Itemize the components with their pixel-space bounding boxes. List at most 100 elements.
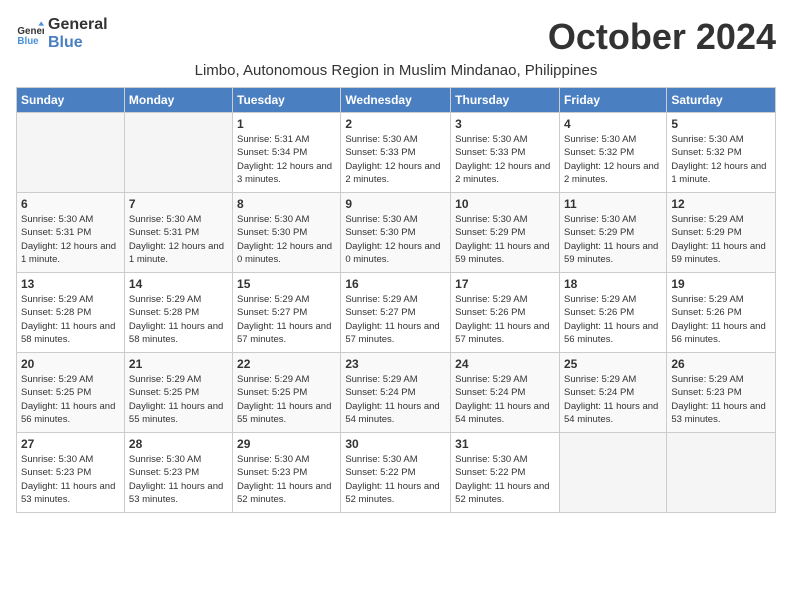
calendar-cell: 23 Sunrise: 5:29 AM Sunset: 5:24 PM Dayli…	[341, 353, 451, 433]
day-number: 29	[237, 437, 336, 451]
day-number: 28	[129, 437, 228, 451]
day-number: 9	[345, 197, 446, 211]
page-header: General Blue General Blue October 2024	[16, 16, 776, 58]
day-info: Sunrise: 5:30 AM Sunset: 5:30 PM Dayligh…	[345, 213, 446, 266]
day-info: Sunrise: 5:30 AM Sunset: 5:30 PM Dayligh…	[237, 213, 336, 266]
calendar-cell: 30 Sunrise: 5:30 AM Sunset: 5:22 PM Dayli…	[341, 433, 451, 513]
day-number: 26	[671, 357, 771, 371]
calendar-cell: 2 Sunrise: 5:30 AM Sunset: 5:33 PM Daylig…	[341, 113, 451, 193]
day-number: 20	[21, 357, 120, 371]
day-number: 4	[564, 117, 662, 131]
day-number: 30	[345, 437, 446, 451]
weekday-header-sunday: Sunday	[17, 88, 125, 113]
day-info: Sunrise: 5:30 AM Sunset: 5:29 PM Dayligh…	[564, 213, 662, 266]
day-number: 31	[455, 437, 555, 451]
day-info: Sunrise: 5:29 AM Sunset: 5:26 PM Dayligh…	[671, 293, 771, 346]
day-number: 7	[129, 197, 228, 211]
calendar-cell: 15 Sunrise: 5:29 AM Sunset: 5:27 PM Dayli…	[233, 273, 341, 353]
day-number: 1	[237, 117, 336, 131]
calendar-cell: 25Sunrise: 5:29 AM Sunset: 5:24 PM Dayli…	[559, 353, 666, 433]
calendar-cell: 10Sunrise: 5:30 AM Sunset: 5:29 PM Dayli…	[451, 193, 560, 273]
calendar-cell	[667, 433, 776, 513]
day-info: Sunrise: 5:30 AM Sunset: 5:23 PM Dayligh…	[237, 453, 336, 506]
calendar-cell: 3 Sunrise: 5:30 AM Sunset: 5:33 PM Daylig…	[451, 113, 560, 193]
calendar-cell: 16Sunrise: 5:29 AM Sunset: 5:27 PM Dayli…	[341, 273, 451, 353]
day-number: 8	[237, 197, 336, 211]
calendar-cell: 9 Sunrise: 5:30 AM Sunset: 5:30 PM Daylig…	[341, 193, 451, 273]
day-info: Sunrise: 5:31 AM Sunset: 5:34 PM Dayligh…	[237, 133, 336, 186]
day-info: Sunrise: 5:30 AM Sunset: 5:22 PM Dayligh…	[455, 453, 555, 506]
logo-line2: Blue	[48, 34, 108, 52]
day-number: 5	[671, 117, 771, 131]
day-info: Sunrise: 5:29 AM Sunset: 5:27 PM Dayligh…	[237, 293, 336, 346]
calendar-cell: 11Sunrise: 5:30 AM Sunset: 5:29 PM Dayli…	[559, 193, 666, 273]
calendar-table: SundayMondayTuesdayWednesdayThursdayFrid…	[16, 87, 776, 513]
calendar-week-row: 13 Sunrise: 5:29 AM Sunset: 5:28 PM Dayli…	[17, 273, 776, 353]
calendar-week-row: 27Sunrise: 5:30 AM Sunset: 5:23 PM Dayli…	[17, 433, 776, 513]
calendar-cell	[17, 113, 125, 193]
day-info: Sunrise: 5:29 AM Sunset: 5:29 PM Dayligh…	[671, 213, 771, 266]
calendar-cell: 1 Sunrise: 5:31 AM Sunset: 5:34 PM Daylig…	[233, 113, 341, 193]
calendar-cell: 12 Sunrise: 5:29 AM Sunset: 5:29 PM Dayli…	[667, 193, 776, 273]
day-info: Sunrise: 5:30 AM Sunset: 5:33 PM Dayligh…	[455, 133, 555, 186]
weekday-header-friday: Friday	[559, 88, 666, 113]
calendar-week-row: 1 Sunrise: 5:31 AM Sunset: 5:34 PM Daylig…	[17, 113, 776, 193]
calendar-cell: 4 Sunrise: 5:30 AM Sunset: 5:32 PM Daylig…	[559, 113, 666, 193]
day-number: 6	[21, 197, 120, 211]
calendar-cell: 19 Sunrise: 5:29 AM Sunset: 5:26 PM Dayli…	[667, 273, 776, 353]
calendar-cell: 24 Sunrise: 5:29 AM Sunset: 5:24 PM Dayli…	[451, 353, 560, 433]
day-info: Sunrise: 5:29 AM Sunset: 5:25 PM Dayligh…	[129, 373, 228, 426]
logo-line1: General	[48, 16, 108, 34]
day-number: 23	[345, 357, 446, 371]
calendar-cell: 6 Sunrise: 5:30 AM Sunset: 5:31 PM Daylig…	[17, 193, 125, 273]
calendar-cell	[124, 113, 232, 193]
day-number: 15	[237, 277, 336, 291]
day-number: 14	[129, 277, 228, 291]
calendar-header: SundayMondayTuesdayWednesdayThursdayFrid…	[17, 88, 776, 113]
day-info: Sunrise: 5:29 AM Sunset: 5:28 PM Dayligh…	[129, 293, 228, 346]
calendar-cell: 7 Sunrise: 5:30 AM Sunset: 5:31 PM Daylig…	[124, 193, 232, 273]
day-number: 24	[455, 357, 555, 371]
day-info: Sunrise: 5:30 AM Sunset: 5:29 PM Dayligh…	[455, 213, 555, 266]
day-info: Sunrise: 5:29 AM Sunset: 5:24 PM Dayligh…	[455, 373, 555, 426]
day-number: 16	[345, 277, 446, 291]
calendar-cell: 18Sunrise: 5:29 AM Sunset: 5:26 PM Dayli…	[559, 273, 666, 353]
calendar-week-row: 20 Sunrise: 5:29 AM Sunset: 5:25 PM Dayli…	[17, 353, 776, 433]
calendar-cell: 31 Sunrise: 5:30 AM Sunset: 5:22 PM Dayli…	[451, 433, 560, 513]
day-info: Sunrise: 5:30 AM Sunset: 5:22 PM Dayligh…	[345, 453, 446, 506]
day-number: 3	[455, 117, 555, 131]
day-info: Sunrise: 5:30 AM Sunset: 5:23 PM Dayligh…	[21, 453, 120, 506]
calendar-cell: 27Sunrise: 5:30 AM Sunset: 5:23 PM Dayli…	[17, 433, 125, 513]
day-info: Sunrise: 5:30 AM Sunset: 5:31 PM Dayligh…	[21, 213, 120, 266]
calendar-cell: 8 Sunrise: 5:30 AM Sunset: 5:30 PM Daylig…	[233, 193, 341, 273]
day-number: 19	[671, 277, 771, 291]
calendar-subtitle: Limbo, Autonomous Region in Muslim Minda…	[16, 62, 776, 79]
day-number: 13	[21, 277, 120, 291]
day-number: 22	[237, 357, 336, 371]
day-info: Sunrise: 5:30 AM Sunset: 5:32 PM Dayligh…	[564, 133, 662, 186]
calendar-cell: 22 Sunrise: 5:29 AM Sunset: 5:25 PM Dayli…	[233, 353, 341, 433]
weekday-header-thursday: Thursday	[451, 88, 560, 113]
day-info: Sunrise: 5:30 AM Sunset: 5:23 PM Dayligh…	[129, 453, 228, 506]
logo: General Blue General Blue	[16, 16, 108, 51]
calendar-cell: 5Sunrise: 5:30 AM Sunset: 5:32 PM Daylig…	[667, 113, 776, 193]
weekday-header-wednesday: Wednesday	[341, 88, 451, 113]
weekday-header-tuesday: Tuesday	[233, 88, 341, 113]
day-info: Sunrise: 5:29 AM Sunset: 5:23 PM Dayligh…	[671, 373, 771, 426]
calendar-week-row: 6 Sunrise: 5:30 AM Sunset: 5:31 PM Daylig…	[17, 193, 776, 273]
day-info: Sunrise: 5:30 AM Sunset: 5:31 PM Dayligh…	[129, 213, 228, 266]
day-info: Sunrise: 5:29 AM Sunset: 5:28 PM Dayligh…	[21, 293, 120, 346]
day-number: 12	[671, 197, 771, 211]
day-info: Sunrise: 5:30 AM Sunset: 5:33 PM Dayligh…	[345, 133, 446, 186]
calendar-cell: 13 Sunrise: 5:29 AM Sunset: 5:28 PM Dayli…	[17, 273, 125, 353]
calendar-cell: 21 Sunrise: 5:29 AM Sunset: 5:25 PM Dayli…	[124, 353, 232, 433]
calendar-cell	[559, 433, 666, 513]
day-number: 25	[564, 357, 662, 371]
day-number: 2	[345, 117, 446, 131]
day-number: 17	[455, 277, 555, 291]
day-number: 21	[129, 357, 228, 371]
logo-icon: General Blue	[16, 20, 44, 48]
day-info: Sunrise: 5:29 AM Sunset: 5:24 PM Dayligh…	[345, 373, 446, 426]
day-info: Sunrise: 5:29 AM Sunset: 5:25 PM Dayligh…	[237, 373, 336, 426]
svg-text:Blue: Blue	[17, 35, 39, 46]
